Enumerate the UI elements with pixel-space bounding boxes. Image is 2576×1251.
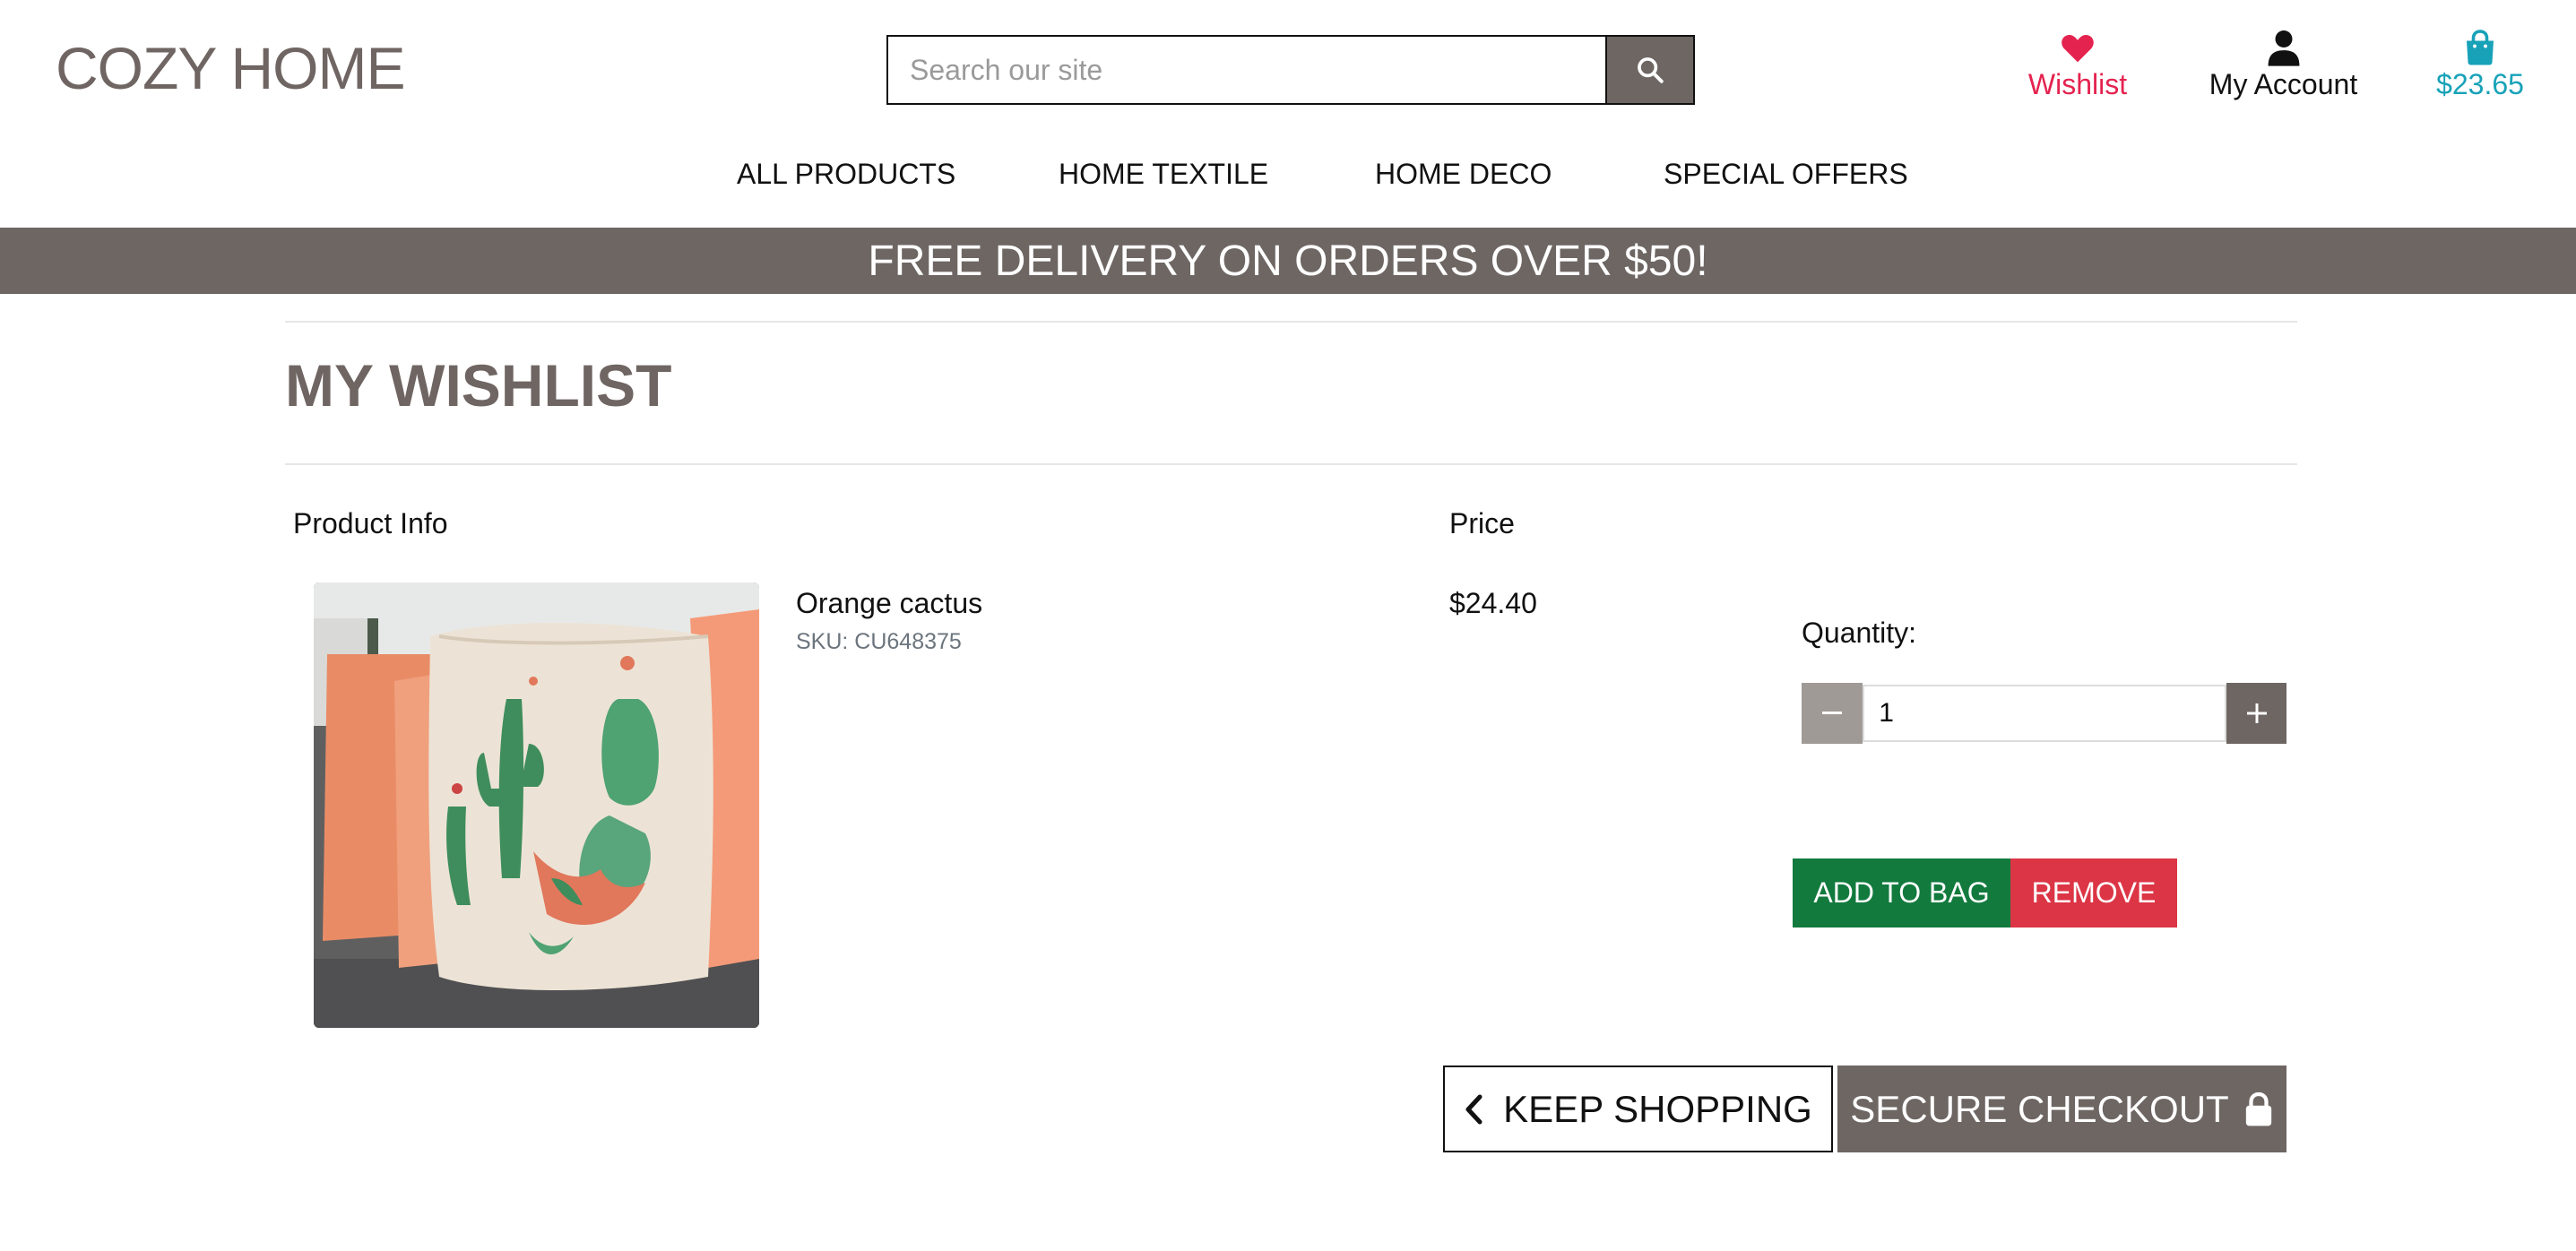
plus-icon [2246, 703, 2267, 723]
keep-shopping-label: KEEP SHOPPING [1503, 1087, 1812, 1130]
column-header-product-info: Product Info [293, 507, 448, 539]
my-account-label: My Account [2209, 68, 2358, 100]
shopping-bag-link[interactable]: $23.65 [2431, 27, 2529, 101]
nav-special-offers[interactable]: SPECIAL OFFERS [1664, 158, 1908, 191]
page-title: MY WISHLIST [285, 352, 672, 418]
nav-home-textile[interactable]: HOME TEXTILE [1059, 158, 1268, 191]
product-image[interactable] [314, 582, 759, 1028]
divider [285, 463, 2297, 465]
search-icon [1638, 57, 1664, 83]
chevron-left-icon [1465, 1094, 1482, 1124]
product-sku: SKU: CU648375 [796, 629, 962, 654]
increment-button[interactable] [2226, 683, 2286, 744]
secure-checkout-button[interactable]: SECURE CHECKOUT [1837, 1066, 2286, 1152]
free-delivery-banner: FREE DELIVERY ON ORDERS OVER $50! [0, 228, 2576, 294]
product-price: $24.40 [1449, 587, 1537, 619]
search-button[interactable] [1605, 37, 1693, 103]
search-form [886, 35, 1695, 105]
bag-total: $23.65 [2436, 68, 2524, 100]
secure-checkout-label: SECURE CHECKOUT [1850, 1087, 2229, 1130]
add-to-bag-button[interactable]: ADD TO BAG [1793, 858, 2010, 927]
divider [285, 321, 2297, 323]
cactus-pillow-image [314, 582, 759, 1028]
site-logo[interactable]: COZY HOME [56, 34, 405, 102]
minus-icon [1822, 712, 1843, 714]
lock-icon [2245, 1091, 2271, 1126]
keep-shopping-button[interactable]: KEEP SHOPPING [1443, 1066, 1833, 1152]
nav-all-products[interactable]: ALL PRODUCTS [737, 158, 955, 191]
column-header-price: Price [1449, 507, 1515, 539]
wishlist-label: Wishlist [2027, 68, 2128, 100]
quantity-label: Quantity: [1802, 617, 1917, 649]
search-input[interactable] [888, 37, 1605, 103]
product-name[interactable]: Orange cactus [796, 587, 982, 620]
decrement-button[interactable] [1802, 683, 1863, 744]
quantity-stepper [1802, 683, 2286, 744]
heart-icon [2060, 27, 2096, 68]
quantity-input[interactable] [1863, 685, 2227, 742]
my-account-link[interactable]: My Account [2205, 27, 2362, 101]
wishlist-link[interactable]: Wishlist [2024, 27, 2131, 101]
nav-home-deco[interactable]: HOME DECO [1375, 158, 1552, 191]
user-icon [2267, 27, 2301, 68]
shopping-bag-icon [2464, 27, 2496, 68]
remove-button[interactable]: REMOVE [2010, 858, 2177, 927]
